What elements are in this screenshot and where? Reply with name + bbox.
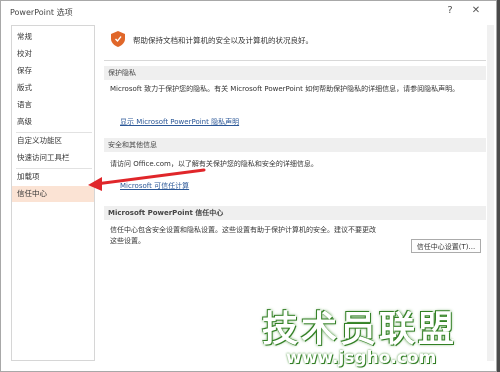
- sidebar-item-general[interactable]: 常规: [12, 29, 94, 45]
- divider: [104, 60, 486, 61]
- trust-center-text-line2: 这些设置。: [110, 237, 145, 245]
- close-icon[interactable]: ✕: [468, 4, 484, 18]
- red-arrow-annotation: [88, 168, 206, 191]
- sidebar-item-layout[interactable]: 版式: [12, 80, 94, 96]
- window-title: PowerPoint 选项: [10, 8, 73, 17]
- sidebar-item-quick-access-toolbar[interactable]: 快速访问工具栏: [12, 150, 94, 166]
- privacy-statement-link[interactable]: 显示 Microsoft PowerPoint 隐私声明: [120, 117, 239, 127]
- privacy-section-heading: 保护隐私: [104, 66, 486, 80]
- shield-icon: [111, 31, 125, 47]
- watermark-side-text: 51.net: [450, 332, 483, 343]
- scrollbar[interactable]: [487, 25, 494, 361]
- trust-center-section-heading: Microsoft PowerPoint 信任中心: [104, 206, 486, 220]
- watermark-side-text-2: 之家: [454, 351, 488, 371]
- security-section-heading: 安全和其他信息: [104, 138, 486, 152]
- trust-center-text: 信任中心包含安全设置和隐私设置。这些设置有助于保护计算机的安全。建议不要更改 这…: [110, 225, 410, 247]
- sidebar-item-customize-ribbon[interactable]: 自定义功能区: [12, 133, 94, 149]
- privacy-text: Microsoft 致力于保护您的隐私。有关 Microsoft PowerPo…: [110, 85, 460, 93]
- sidebar-item-advanced[interactable]: 高级: [12, 114, 94, 130]
- sidebar-item-trust-center[interactable]: 信任中心: [12, 186, 94, 202]
- sidebar-item-add-ins[interactable]: 加载项: [12, 169, 94, 185]
- title-bar: PowerPoint 选项 ? ✕: [1, 1, 496, 23]
- watermark-logo: 技术员联盟: [262, 309, 458, 350]
- sidebar-item-save[interactable]: 保存: [12, 63, 94, 79]
- sidebar-item-language[interactable]: 语言: [12, 97, 94, 113]
- trust-center-intro: 帮助保持文档和计算机的安全以及计算机的状况良好。: [133, 36, 313, 45]
- help-icon[interactable]: ?: [442, 4, 458, 18]
- trust-center-settings-button[interactable]: 信任中心设置(T)...: [411, 239, 481, 253]
- trust-center-text-line1: 信任中心包含安全设置和隐私设置。这些设置有助于保护计算机的安全。建议不要更改: [110, 226, 376, 234]
- sidebar-item-proofing[interactable]: 校对: [12, 46, 94, 62]
- watermark-url: www.jsgho.com: [286, 348, 437, 368]
- options-sidebar: 常规 校对 保存 版式 语言 高级 自定义功能区 快速访问工具栏 加载项 信任中…: [11, 25, 95, 361]
